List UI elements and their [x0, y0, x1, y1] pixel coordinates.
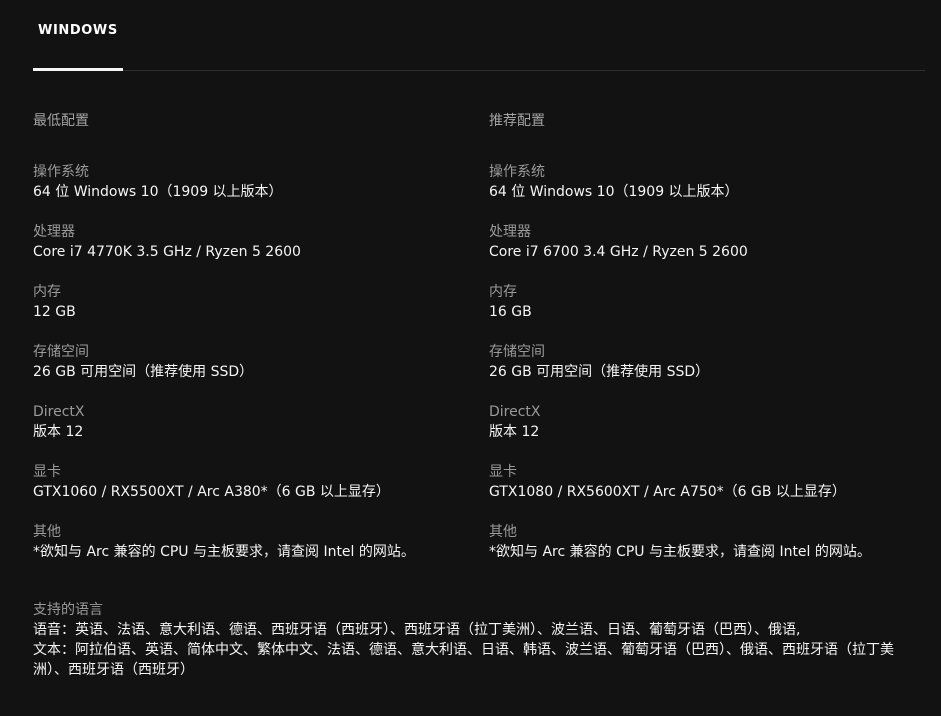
spec-label: 处理器 — [489, 224, 531, 240]
minimum-heading: 最低配置 — [33, 113, 89, 129]
supported-languages: 支持的语言 语音：英语、法语、意大利语、德语、西班牙语（西班牙）、西班牙语（拉丁… — [33, 600, 918, 680]
text-languages: 文本：阿拉伯语、英语、简体中文、繁体中文、法语、德语、意大利语、日语、韩语、波兰… — [33, 642, 894, 678]
spec-label: 内存 — [489, 284, 517, 300]
tab-windows[interactable]: WINDOWS — [33, 0, 123, 71]
spec-storage: 存储空间 26 GB 可用空间（推荐使用 SSD） — [33, 342, 473, 402]
spec-label: 操作系统 — [489, 164, 545, 180]
spec-processor: 处理器 Core i7 4770K 3.5 GHz / Ryzen 5 2600 — [33, 222, 473, 282]
spec-value: 16 GB — [489, 304, 532, 320]
spec-value: 12 GB — [33, 304, 76, 320]
spec-os: 操作系统 64 位 Windows 10（1909 以上版本） — [489, 162, 929, 222]
spec-value: *欲知与 Arc 兼容的 CPU 与主板要求，请查阅 Intel 的网站。 — [489, 544, 871, 560]
spec-value: GTX1060 / RX5500XT / Arc A380*（6 GB 以上显存… — [33, 484, 390, 500]
recommended-heading: 推荐配置 — [489, 113, 545, 129]
spec-label: 内存 — [33, 284, 61, 300]
tab-windows-label: WINDOWS — [38, 23, 118, 38]
spec-other: 其他 *欲知与 Arc 兼容的 CPU 与主板要求，请查阅 Intel 的网站。 — [489, 522, 929, 582]
spec-value: 版本 12 — [489, 424, 540, 440]
spec-value: 26 GB 可用空间（推荐使用 SSD） — [33, 364, 254, 380]
spec-graphics: 显卡 GTX1060 / RX5500XT / Arc A380*（6 GB 以… — [33, 462, 473, 522]
spec-label: 操作系统 — [33, 164, 89, 180]
languages-heading: 支持的语言 — [33, 602, 103, 618]
spec-value: 版本 12 — [33, 424, 84, 440]
spec-directx: DirectX 版本 12 — [489, 402, 929, 462]
spec-os: 操作系统 64 位 Windows 10（1909 以上版本） — [33, 162, 473, 222]
recommended-requirements: 推荐配置 操作系统 64 位 Windows 10（1909 以上版本） 处理器… — [489, 112, 929, 582]
spec-label: DirectX — [489, 404, 541, 420]
spec-value: 26 GB 可用空间（推荐使用 SSD） — [489, 364, 710, 380]
spec-value: Core i7 4770K 3.5 GHz / Ryzen 5 2600 — [33, 244, 301, 260]
platform-tab-bar: WINDOWS — [33, 0, 925, 71]
spec-memory: 内存 16 GB — [489, 282, 929, 342]
spec-value: 64 位 Windows 10（1909 以上版本） — [33, 184, 283, 200]
active-tab-indicator — [33, 68, 123, 71]
audio-languages: 语音：英语、法语、意大利语、德语、西班牙语（西班牙）、西班牙语（拉丁美洲）、波兰… — [33, 622, 801, 638]
spec-label: 其他 — [489, 524, 517, 540]
spec-value: 64 位 Windows 10（1909 以上版本） — [489, 184, 739, 200]
spec-value: Core i7 6700 3.4 GHz / Ryzen 5 2600 — [489, 244, 748, 260]
spec-directx: DirectX 版本 12 — [33, 402, 473, 462]
spec-label: 显卡 — [33, 464, 61, 480]
spec-other: 其他 *欲知与 Arc 兼容的 CPU 与主板要求，请查阅 Intel 的网站。 — [33, 522, 473, 582]
spec-graphics: 显卡 GTX1080 / RX5600XT / Arc A750*（6 GB 以… — [489, 462, 929, 522]
minimum-requirements: 最低配置 操作系统 64 位 Windows 10（1909 以上版本） 处理器… — [33, 112, 473, 582]
spec-label: 显卡 — [489, 464, 517, 480]
spec-label: 其他 — [33, 524, 61, 540]
spec-label: 存储空间 — [489, 344, 545, 360]
spec-processor: 处理器 Core i7 6700 3.4 GHz / Ryzen 5 2600 — [489, 222, 929, 282]
spec-value: *欲知与 Arc 兼容的 CPU 与主板要求，请查阅 Intel 的网站。 — [33, 544, 415, 560]
spec-label: 存储空间 — [33, 344, 89, 360]
spec-value: GTX1080 / RX5600XT / Arc A750*（6 GB 以上显存… — [489, 484, 846, 500]
spec-label: DirectX — [33, 404, 85, 420]
spec-storage: 存储空间 26 GB 可用空间（推荐使用 SSD） — [489, 342, 929, 402]
spec-label: 处理器 — [33, 224, 75, 240]
spec-memory: 内存 12 GB — [33, 282, 473, 342]
